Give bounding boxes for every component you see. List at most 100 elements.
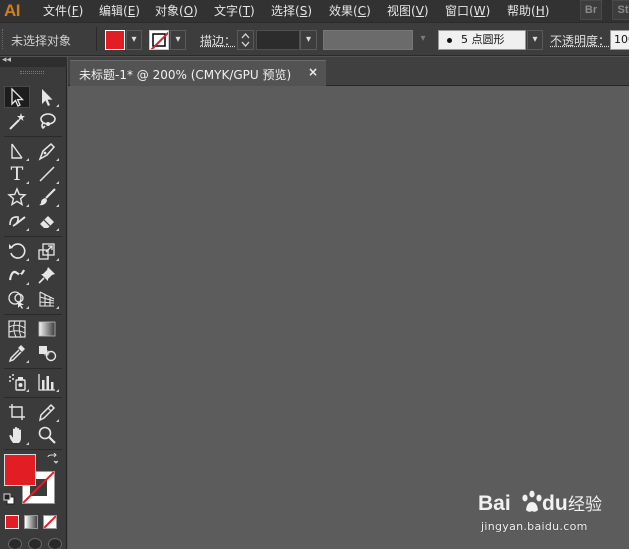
baidu-jingyan-watermark: Bai du 经验 jingyan.baidu.com bbox=[478, 488, 618, 542]
selection-status: 未选择对象 bbox=[11, 34, 72, 48]
variable-width-profile[interactable] bbox=[323, 30, 413, 50]
draw-inside-button[interactable] bbox=[48, 538, 62, 549]
hand-tool-icon bbox=[9, 427, 21, 443]
gradient-tool-icon bbox=[38, 321, 56, 337]
stroke-weight-stepper[interactable] bbox=[237, 30, 254, 50]
lasso-tool-icon bbox=[40, 113, 56, 130]
selection-tool[interactable] bbox=[4, 86, 30, 108]
column-graph-tool[interactable] bbox=[34, 371, 60, 393]
fill-dropdown[interactable]: ▾ bbox=[126, 30, 142, 50]
perspective-grid-tool[interactable] bbox=[34, 288, 60, 310]
control-bar: 未选择对象 ▾ ▾ 描边： ▾ ▾ 5 点圆形 ▾ 不透明度： 100 bbox=[0, 22, 629, 56]
chevron-down-icon: ▾ bbox=[532, 34, 538, 45]
default-fill-stroke-icon[interactable] bbox=[3, 493, 15, 505]
shaper-tool[interactable] bbox=[4, 210, 30, 232]
divider bbox=[4, 368, 62, 369]
paintbrush-tool-icon bbox=[39, 188, 56, 206]
menu-view[interactable]: 视图(V) bbox=[387, 0, 429, 22]
magic-wand-tool-icon bbox=[9, 113, 25, 130]
scale-tool[interactable] bbox=[34, 240, 60, 262]
eraser-tool[interactable] bbox=[34, 210, 60, 232]
divider bbox=[4, 236, 62, 237]
stock-button[interactable]: St bbox=[612, 0, 629, 20]
symbol-sprayer-tool-icon bbox=[9, 374, 26, 391]
opacity-label[interactable]: 不透明度： bbox=[550, 32, 610, 49]
fill-color-box[interactable] bbox=[4, 454, 36, 486]
tools-panel-header: ◂◂ bbox=[0, 55, 67, 67]
paintbrush-tool[interactable] bbox=[34, 186, 60, 208]
stroke-color-swatch[interactable] bbox=[149, 30, 169, 50]
chevron-down-icon: ▾ bbox=[420, 33, 426, 44]
stroke-weight-input[interactable] bbox=[256, 30, 300, 50]
watermark-product: 经验 bbox=[568, 495, 602, 515]
rotate-tool[interactable] bbox=[4, 240, 30, 262]
slice-tool[interactable] bbox=[34, 401, 60, 423]
stroke-label[interactable]: 描边： bbox=[200, 32, 236, 49]
line-segment-tool[interactable] bbox=[34, 163, 60, 185]
shaper-tool-icon bbox=[9, 216, 26, 227]
control-bar-grip[interactable] bbox=[2, 29, 5, 49]
variable-width-dropdown[interactable]: ▾ bbox=[415, 30, 431, 50]
eyedropper-tool-icon bbox=[8, 345, 25, 363]
column-graph-tool-icon bbox=[38, 374, 55, 391]
symbol-sprayer-tool[interactable] bbox=[4, 371, 30, 393]
type-tool[interactable]: T bbox=[4, 163, 30, 185]
document-tab[interactable]: 未标题-1* @ 200% (CMYK/GPU 预览) × bbox=[70, 60, 326, 86]
artboard-tool[interactable] bbox=[4, 401, 30, 423]
divider bbox=[4, 449, 62, 450]
document-tab-title: 未标题-1* @ 200% (CMYK/GPU 预览) bbox=[79, 68, 292, 82]
perspective-grid-tool-icon bbox=[39, 291, 55, 307]
menu-edit[interactable]: 编辑(E) bbox=[99, 0, 140, 22]
blend-tool[interactable] bbox=[34, 342, 60, 364]
zoom-tool[interactable] bbox=[34, 424, 60, 446]
collapse-panel-button[interactable]: ◂◂ bbox=[2, 55, 11, 65]
brush-dropdown[interactable]: ▾ bbox=[527, 30, 543, 50]
direct-selection-tool-icon bbox=[42, 89, 53, 106]
tools-panel-grip[interactable] bbox=[20, 71, 44, 74]
tools-panel: ◂◂ T bbox=[0, 55, 67, 549]
direct-selection-tool[interactable] bbox=[34, 86, 60, 108]
pen-tool-icon bbox=[38, 142, 56, 161]
stroke-weight-dropdown[interactable]: ▾ bbox=[300, 30, 317, 50]
gradient-mode-button[interactable] bbox=[24, 515, 38, 529]
fill-color-swatch[interactable] bbox=[105, 30, 125, 50]
none-mode-button[interactable] bbox=[43, 515, 57, 529]
color-mode-button[interactable] bbox=[5, 515, 19, 529]
mesh-tool[interactable] bbox=[4, 318, 30, 340]
star-tool[interactable] bbox=[4, 186, 30, 208]
app-logo: AI bbox=[4, 1, 21, 20]
lasso-tool[interactable] bbox=[34, 110, 60, 132]
shape-builder-tool[interactable] bbox=[4, 288, 30, 310]
divider bbox=[96, 27, 97, 51]
magic-wand-tool[interactable] bbox=[4, 110, 30, 132]
swap-fill-stroke-icon[interactable] bbox=[46, 453, 58, 465]
menu-type[interactable]: 文字(T) bbox=[214, 0, 255, 22]
close-icon[interactable]: × bbox=[308, 65, 318, 79]
rotate-tool-icon bbox=[9, 243, 26, 259]
pin-tool[interactable] bbox=[34, 264, 60, 286]
menu-file[interactable]: 文件(F) bbox=[43, 0, 83, 22]
menu-window[interactable]: 窗口(W) bbox=[445, 0, 490, 22]
anchor-point-tool-icon bbox=[11, 143, 23, 159]
opacity-input[interactable]: 100 bbox=[610, 30, 629, 50]
zoom-tool-icon bbox=[38, 426, 56, 444]
draw-behind-button[interactable] bbox=[28, 538, 42, 549]
menu-help[interactable]: 帮助(H) bbox=[507, 0, 549, 22]
anchor-point-tool[interactable] bbox=[4, 140, 30, 162]
brush-definition[interactable]: 5 点圆形 bbox=[438, 30, 526, 50]
hand-tool[interactable] bbox=[4, 424, 30, 446]
puppet-warp-tool[interactable] bbox=[4, 264, 30, 286]
document-canvas[interactable] bbox=[68, 86, 629, 549]
watermark-brand-suffix: du bbox=[542, 492, 568, 515]
watermark-brand: Bai bbox=[478, 492, 511, 515]
bridge-button[interactable]: Br bbox=[580, 0, 602, 20]
pen-tool[interactable] bbox=[34, 140, 60, 162]
menu-object[interactable]: 对象(O) bbox=[155, 0, 198, 22]
round-brush-icon bbox=[447, 37, 452, 43]
menu-select[interactable]: 选择(S) bbox=[271, 0, 312, 22]
eyedropper-tool[interactable] bbox=[4, 342, 30, 364]
stroke-dropdown[interactable]: ▾ bbox=[170, 30, 186, 50]
gradient-tool[interactable] bbox=[34, 318, 60, 340]
menu-effect[interactable]: 效果(C) bbox=[329, 0, 371, 22]
draw-normal-button[interactable] bbox=[8, 538, 22, 549]
